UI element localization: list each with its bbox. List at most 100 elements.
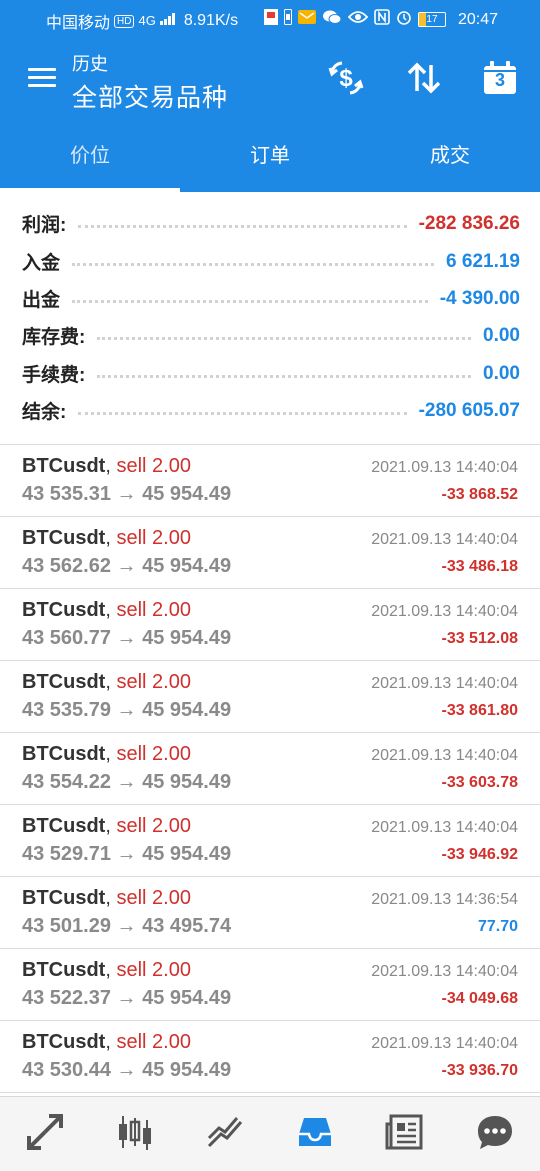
sort-icon[interactable] [404,58,444,98]
deal-profit: -33 936.70 [441,1062,518,1079]
calendar-icon[interactable]: 3 [480,58,520,98]
news-icon [385,1112,425,1157]
deal-profit: -33 486.18 [441,558,518,575]
deal-prices: 43 535.79 → 45 954.49 [22,699,232,721]
deal-row[interactable]: BTCusdt, sell 2.00 43 530.44 → 45 954.49… [0,1020,540,1093]
summary-label: 手续费: [22,365,86,386]
nav-history[interactable] [270,1097,360,1171]
deal-close-price: 45 954.49 [142,843,232,865]
hd-badge: HD [114,14,135,28]
dotted-leader [97,375,472,378]
deal-open-price: 43 562.62 [22,555,111,577]
tab-deals[interactable]: 成交 [360,120,540,192]
deal-prices: 43 530.44 → 45 954.49 [22,1059,232,1081]
nav-quotes[interactable] [0,1097,90,1171]
trend-line-icon [205,1112,245,1157]
deal-row[interactable]: BTCusdt, sell 2.00 43 522.37 → 45 954.49… [0,948,540,1021]
summary-value: -282 836.26 [418,212,520,234]
deal-symbol-line: BTCusdt, sell 2.00 [22,887,191,909]
deal-open-price: 43 554.22 [22,771,111,793]
deal-time: 2021.09.13 14:36:54 [371,891,518,908]
summary-row-withdrawal: 出金 -4 390.00 [22,280,520,317]
deal-open-price: 43 501.29 [22,915,111,937]
deal-symbol: BTCusdt [22,455,106,477]
deal-profit: -33 603.78 [441,774,518,791]
clock: 20:47 [457,10,498,28]
deal-open-price: 43 529.71 [22,843,111,865]
deal-prices: 43 501.29 → 43 495.74 [22,915,232,937]
account-summary: 利润: -282 836.26 入金 6 621.19 出金 -4 390.00… [0,192,540,445]
deal-close-price: 45 954.49 [142,1059,232,1081]
nav-chat[interactable] [450,1097,540,1171]
summary-value: 0.00 [483,362,520,384]
deal-prices: 43 554.22 → 45 954.49 [22,771,232,793]
signal-icon [159,12,176,30]
deal-side: sell 2.00 [116,671,191,693]
deal-row[interactable]: BTCusdt, sell 2.00 43 554.22 → 45 954.49… [0,732,540,805]
summary-value: 6 621.19 [446,250,520,272]
deal-row[interactable]: BTCusdt, sell 2.00 43 560.77 → 45 954.49… [0,588,540,661]
deal-symbol-line: BTCusdt, sell 2.00 [22,1031,191,1053]
dotted-leader [78,225,407,228]
deal-symbol: BTCusdt [22,887,106,909]
deal-open-price: 43 522.37 [22,987,111,1009]
deal-time: 2021.09.13 14:40:04 [371,963,518,980]
hamburger-menu-icon[interactable] [28,68,56,88]
tab-orders[interactable]: 订单 [180,120,360,192]
currency-exchange-icon[interactable]: $ [326,58,366,98]
deal-symbol: BTCusdt [22,815,106,837]
deal-side: sell 2.00 [116,887,191,909]
deal-symbol: BTCusdt [22,671,106,693]
deal-row[interactable]: BTCusdt, sell 2.00 43 535.79 → 45 954.49… [0,660,540,733]
deal-side: sell 2.00 [116,527,191,549]
deal-profit: -33 868.52 [441,486,518,503]
eye-icon [347,10,369,29]
deal-row[interactable]: BTCusdt, sell 2.00 43 535.31 → 45 954.49… [0,444,540,517]
nav-chart[interactable] [90,1097,180,1171]
deal-prices: 43 562.62 → 45 954.49 [22,555,232,577]
summary-label: 利润: [22,215,67,236]
dotted-leader [97,337,472,340]
deal-symbol: BTCusdt [22,1031,106,1053]
deal-profit: -34 049.68 [441,990,518,1007]
network-type-icon: 4G [138,13,156,28]
deal-symbol-line: BTCusdt, sell 2.00 [22,527,191,549]
deal-side: sell 2.00 [116,455,191,477]
deal-time: 2021.09.13 14:40:04 [371,1035,518,1052]
dotted-leader [72,300,428,303]
deal-symbol: BTCusdt [22,959,106,981]
deal-row[interactable]: BTCusdt, sell 2.00 43 562.62 → 45 954.49… [0,516,540,589]
deal-side: sell 2.00 [116,599,191,621]
calendar-day: 3 [494,70,505,90]
deal-prices: 43 529.71 → 45 954.49 [22,843,232,865]
deal-profit: -33 861.80 [441,702,518,719]
deal-profit: -33 946.92 [441,846,518,863]
summary-label: 结余: [22,402,67,423]
app-notification-icon [263,9,278,30]
page-title[interactable]: 全部交易品种 [72,78,228,114]
app-bar: 历史 全部交易品种 $ 3 [0,38,540,120]
deal-open-price: 43 535.31 [22,483,111,505]
summary-value: -4 390.00 [439,287,520,309]
tab-positions[interactable]: 价位 [0,120,180,192]
nav-trade[interactable] [180,1097,270,1171]
deal-open-price: 43 535.79 [22,699,111,721]
deal-row[interactable]: BTCusdt, sell 2.00 43 529.71 → 45 954.49… [0,804,540,877]
alarm-icon [396,9,412,30]
mail-icon [297,10,316,29]
deal-symbol-line: BTCusdt, sell 2.00 [22,671,191,693]
deal-symbol-line: BTCusdt, sell 2.00 [22,815,191,837]
summary-row-deposit: 入金 6 621.19 [22,243,520,280]
nfc-icon [374,9,390,30]
deal-profit: 77.70 [477,918,518,935]
deal-row[interactable]: BTCusdt, sell 2.00 43 501.29 → 43 495.74… [0,876,540,949]
summary-row-profit: 利润: -282 836.26 [22,205,520,242]
deal-side: sell 2.00 [116,743,191,765]
dotted-leader [72,263,435,266]
svg-text:$: $ [339,65,353,92]
tab-bar: 价位 订单 成交 [0,120,540,192]
summary-label: 出金 [22,290,61,311]
carrier-label: 中国移动 [46,15,111,32]
nav-news[interactable] [360,1097,450,1171]
deal-time: 2021.09.13 14:40:04 [371,531,518,548]
